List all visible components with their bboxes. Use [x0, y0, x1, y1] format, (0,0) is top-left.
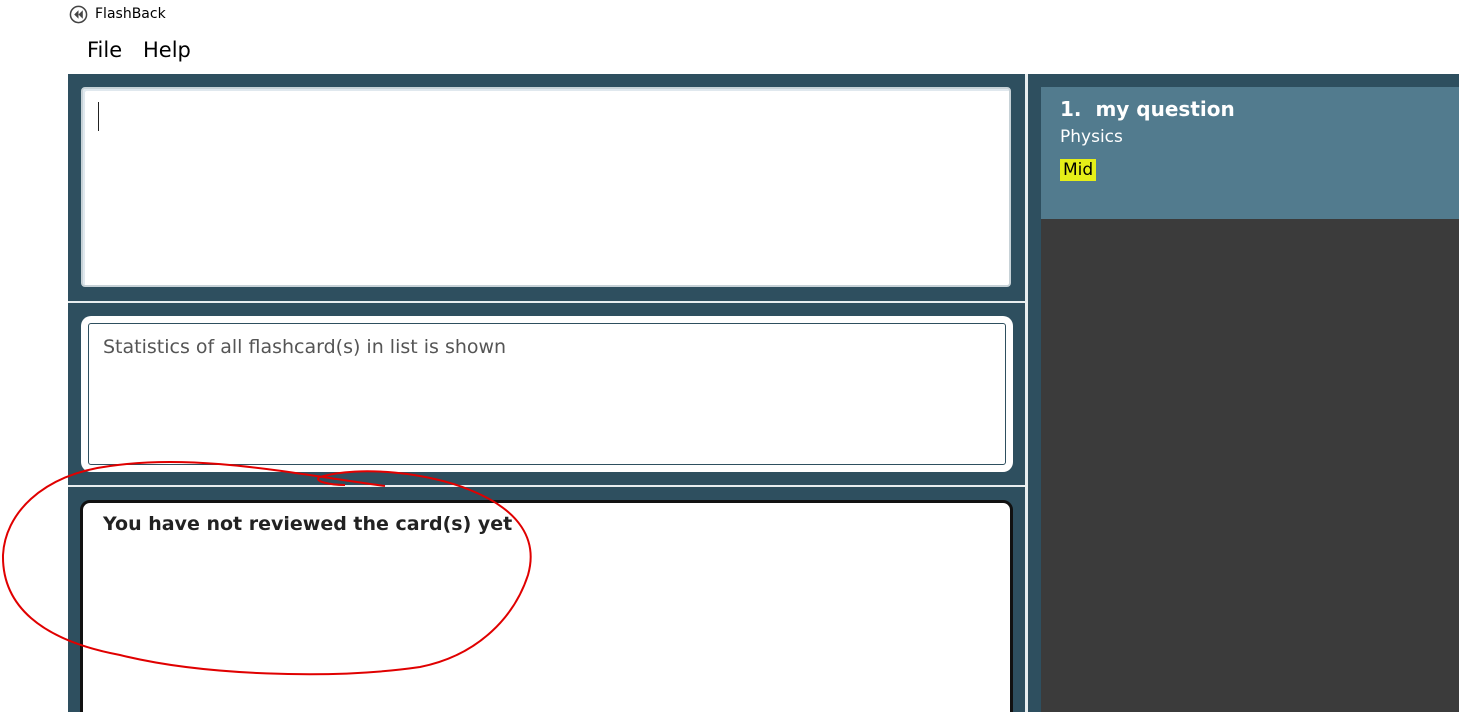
- result-message: Statistics of all flashcard(s) in list i…: [103, 336, 507, 358]
- rewind-icon: [69, 5, 88, 24]
- card-index: 1.: [1060, 97, 1082, 121]
- left-column: Statistics of all flashcard(s) in list i…: [68, 74, 1025, 712]
- title-bar: FlashBack: [0, 0, 1459, 30]
- main-area: Statistics of all flashcard(s) in list i…: [68, 74, 1459, 712]
- result-display: Statistics of all flashcard(s) in list i…: [81, 316, 1013, 472]
- menu-help[interactable]: Help: [143, 38, 191, 62]
- result-display-box[interactable]: Statistics of all flashcard(s) in list i…: [88, 323, 1006, 465]
- card-question-text: my question: [1095, 97, 1235, 121]
- command-input[interactable]: [81, 87, 1011, 287]
- divider: [68, 301, 1025, 303]
- window-title: FlashBack: [95, 6, 166, 22]
- card-category: Physics: [1060, 127, 1123, 147]
- menu-file[interactable]: File: [87, 38, 122, 62]
- flashcard-list: 1. my question Physics Mid: [1041, 87, 1459, 712]
- flashcard-item[interactable]: 1. my question Physics Mid: [1041, 87, 1459, 219]
- review-panel: You have not reviewed the card(s) yet: [80, 500, 1013, 712]
- right-column: 1. my question Physics Mid: [1028, 74, 1459, 712]
- text-caret: [98, 102, 99, 131]
- card-tag: Mid: [1060, 159, 1097, 181]
- menu-bar: File Help: [0, 30, 1459, 74]
- review-message: You have not reviewed the card(s) yet: [103, 513, 513, 535]
- card-question: 1. my question: [1060, 97, 1235, 121]
- divider: [68, 485, 1025, 487]
